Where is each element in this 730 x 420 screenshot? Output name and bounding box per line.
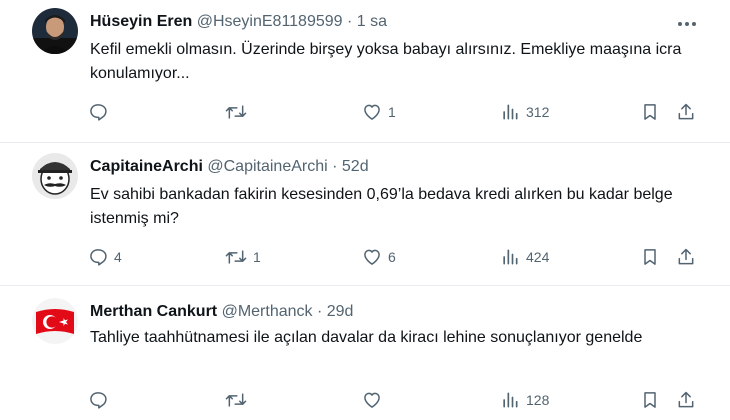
author-name[interactable]: Hüseyin Eren <box>90 13 192 30</box>
tweet-2: CapitaineArchi @CapitaineArchi · 52d Ev … <box>0 143 730 285</box>
cartoon-face-icon <box>32 153 78 199</box>
reply-button[interactable] <box>88 388 114 412</box>
retweet-icon <box>225 393 247 407</box>
retweet-count: 1 <box>253 249 261 265</box>
like-count: 1 <box>388 104 396 120</box>
avatar-huseyin[interactable] <box>32 8 78 54</box>
tweet-text: Tahliye taahhütnamesi ile açılan davalar… <box>90 329 643 346</box>
tweet-1: Hüseyin Eren @HseyinE81189599 · 1 sa Kef… <box>0 0 730 142</box>
analytics-icon <box>503 104 518 120</box>
reply-icon <box>90 249 107 266</box>
retweet-button[interactable] <box>225 100 253 124</box>
timestamp[interactable]: 1 sa <box>357 13 387 30</box>
share-button[interactable] <box>676 245 696 269</box>
author-name[interactable]: Merthan Cankurt <box>90 303 217 320</box>
action-bar: 1 312 <box>0 100 730 124</box>
reply-button[interactable]: 4 <box>88 245 122 269</box>
view-count: 424 <box>526 249 550 265</box>
heart-icon <box>364 392 380 408</box>
tweet-text: Ev sahibi bankadan fakirin kesesinden 0,… <box>90 186 673 227</box>
analytics-icon <box>503 392 518 408</box>
bookmark-button[interactable] <box>640 388 660 412</box>
bookmark-button[interactable] <box>640 100 660 124</box>
reply-icon <box>90 392 107 409</box>
timestamp[interactable]: 52d <box>342 158 369 175</box>
avatar-capitainearchi[interactable] <box>32 153 78 199</box>
author-name[interactable]: CapitaineArchi <box>90 158 203 175</box>
timestamp[interactable]: 29d <box>327 303 354 320</box>
tweet-header: Hüseyin Eren @HseyinE81189599 · 1 sa <box>90 12 387 32</box>
action-bar: 4 1 6 424 <box>0 245 730 269</box>
share-icon <box>678 103 694 120</box>
analytics-icon <box>503 249 518 265</box>
like-button[interactable] <box>362 388 388 412</box>
heart-icon <box>364 249 380 265</box>
author-handle[interactable]: @HseyinE81189599 <box>197 13 343 30</box>
turkish-flag-icon <box>32 298 78 344</box>
view-count: 128 <box>526 392 550 408</box>
share-icon <box>678 248 694 265</box>
avatar-merthan[interactable] <box>32 298 78 344</box>
tweet-header: CapitaineArchi @CapitaineArchi · 52d <box>90 157 369 177</box>
views-button[interactable]: 128 <box>500 388 549 412</box>
retweet-icon <box>225 250 247 264</box>
more-options-button[interactable] <box>676 14 698 34</box>
bookmark-icon <box>644 104 656 120</box>
like-count: 6 <box>388 249 396 265</box>
share-button[interactable] <box>676 100 696 124</box>
separator-dot: · <box>316 303 323 320</box>
author-handle[interactable]: @Merthanck <box>222 303 313 320</box>
reply-icon <box>90 104 107 121</box>
retweet-button[interactable] <box>225 388 253 412</box>
bookmark-icon <box>644 392 656 408</box>
heart-icon <box>364 104 380 120</box>
bookmark-button[interactable] <box>640 245 660 269</box>
separator-dot: · <box>332 158 338 175</box>
share-button[interactable] <box>676 388 696 412</box>
retweet-icon <box>225 105 247 119</box>
reply-count: 4 <box>114 249 122 265</box>
author-handle[interactable]: @CapitaineArchi <box>207 158 327 175</box>
more-icon <box>678 22 696 26</box>
reply-button[interactable] <box>88 100 114 124</box>
action-bar: 128 <box>0 388 730 412</box>
profile-photo-icon <box>32 8 78 54</box>
tweet-text: Kefil emekli olmasın. Üzerinde birşey yo… <box>90 41 682 82</box>
like-button[interactable]: 6 <box>362 245 396 269</box>
views-button[interactable]: 312 <box>500 100 549 124</box>
separator-dot: · <box>347 13 353 30</box>
like-button[interactable]: 1 <box>362 100 396 124</box>
share-icon <box>678 391 694 408</box>
views-button[interactable]: 424 <box>500 245 549 269</box>
tweet-header: Merthan Cankurt @Merthanck · 29d <box>90 302 353 322</box>
retweet-button[interactable]: 1 <box>225 245 261 269</box>
bookmark-icon <box>644 249 656 265</box>
tweet-3: Merthan Cankurt @Merthanck · 29d Tahliye… <box>0 286 730 420</box>
view-count: 312 <box>526 104 550 120</box>
